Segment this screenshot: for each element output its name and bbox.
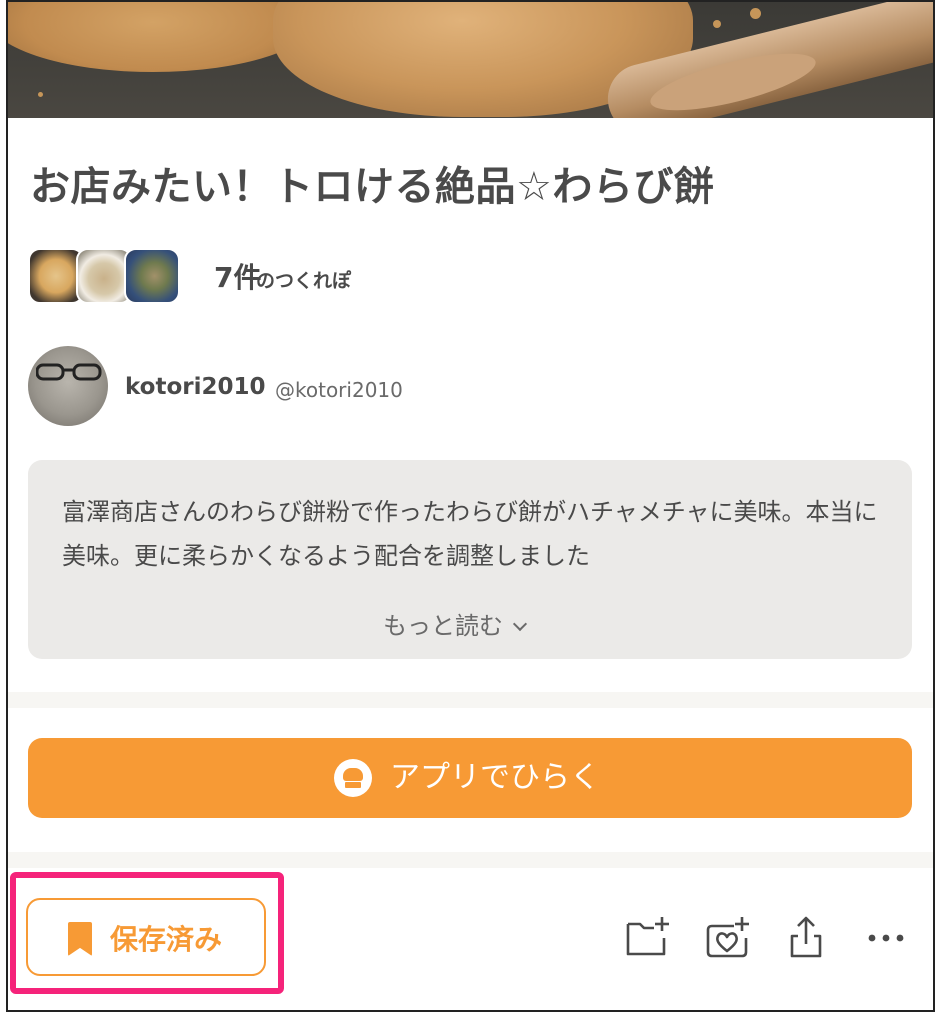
author-handle: @kotori2010	[275, 378, 403, 402]
chef-hat-icon	[334, 759, 372, 797]
open-in-app-button[interactable]: アプリでひらく	[28, 738, 912, 818]
tsukurepo-thumbnail	[124, 248, 180, 304]
description-text: 富澤商店さんのわらび餅粉で作ったわらび餅がハチャメチャに美味。本当に美味。更に柔…	[62, 498, 878, 570]
more-icon[interactable]	[862, 914, 910, 962]
glasses-icon	[36, 363, 102, 381]
read-more-button[interactable]: もっと読む	[383, 606, 528, 641]
saved-label: 保存済み	[110, 923, 223, 956]
add-favorite-icon[interactable]	[704, 914, 752, 962]
avatar[interactable]	[28, 346, 108, 426]
bookmark-icon	[68, 922, 92, 956]
description-box: 富澤商店さんのわらび餅粉で作ったわらび餅がハチャメチャに美味。本当に美味。更に柔…	[28, 460, 912, 659]
tsukurepo-label: のつくれぽ	[256, 270, 352, 292]
recipe-title: お店みたい！トロける絶品☆わらび餅	[30, 164, 715, 210]
saved-button[interactable]: 保存済み	[26, 898, 266, 976]
section-divider	[8, 852, 933, 868]
tsukurepo-count: 7件	[214, 261, 262, 294]
open-in-app-label: アプリでひらく	[390, 760, 600, 795]
chevron-down-icon	[512, 616, 528, 632]
share-icon[interactable]	[782, 914, 830, 962]
add-to-folder-icon[interactable]	[624, 914, 672, 962]
author-name[interactable]: kotori2010	[125, 374, 266, 400]
section-divider	[8, 692, 933, 708]
tsukurepo-summary[interactable]: 7件 のつくれぽ	[28, 248, 428, 306]
recipe-hero-image	[8, 2, 933, 118]
author-info[interactable]: kotori2010 @kotori2010	[28, 346, 628, 428]
recipe-page: お店みたい！トロける絶品☆わらび餅 7件 のつくれぽ kotori2010 @k…	[6, 0, 935, 1012]
read-more-label: もっと読む	[383, 612, 503, 640]
